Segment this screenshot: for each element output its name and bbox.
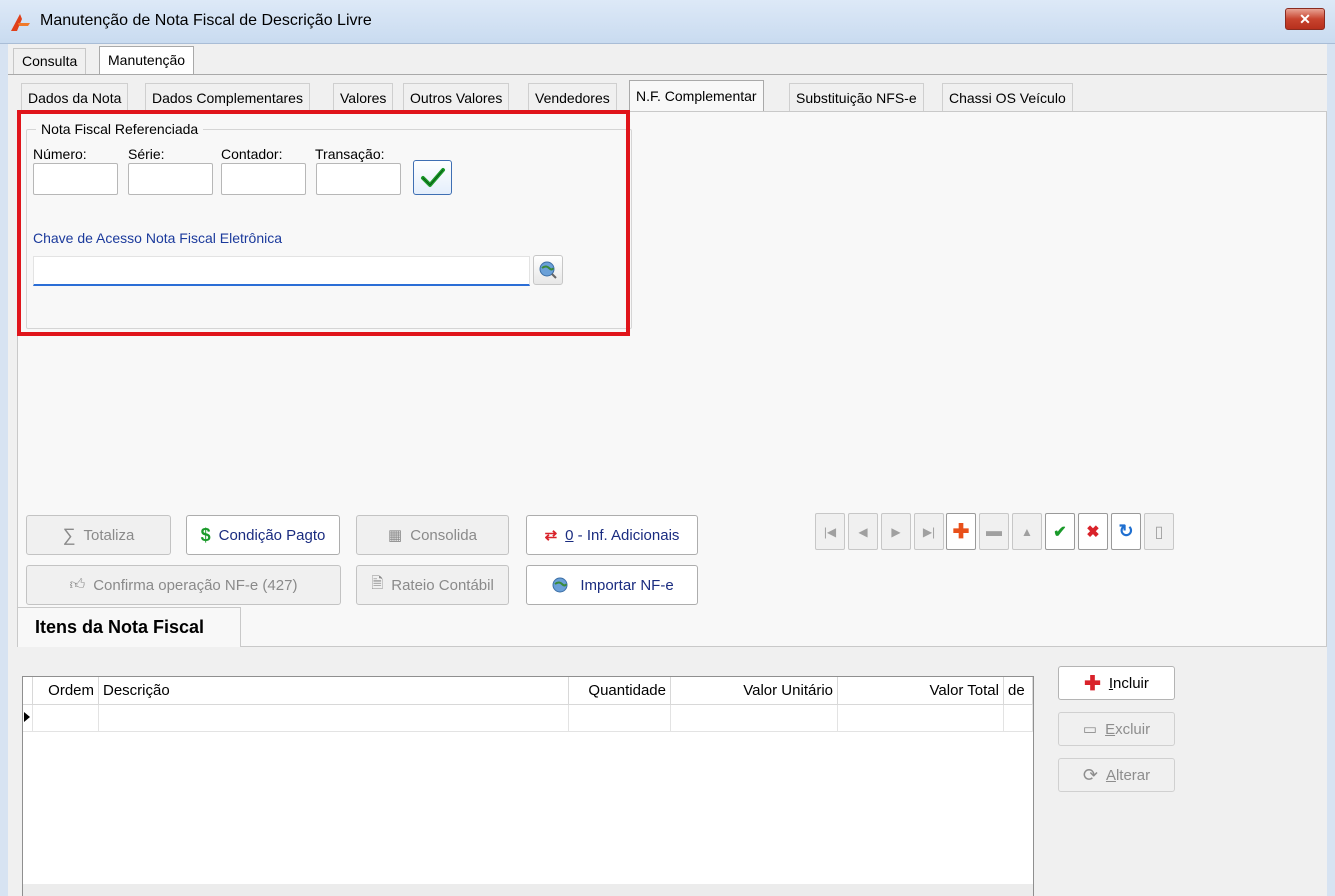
tab-manutencao[interactable]: Manutenção (99, 46, 195, 74)
tab-chassi-os-veiculo[interactable]: Chassi OS Veículo (942, 83, 1073, 111)
rateio-contabil-button[interactable]: 🗎︎ Rateio Contábil (356, 565, 509, 605)
inf-adicionais-button[interactable]: ⇄ 0 - Inf. Adicionais (526, 515, 698, 555)
first-record-icon[interactable]: |◀ (815, 513, 845, 550)
col-header-valor-unitario[interactable]: Valor Unitário (671, 677, 838, 705)
close-button[interactable]: ✕ (1285, 8, 1325, 30)
totaliza-button[interactable]: ∑ Totaliza (26, 515, 171, 555)
tab-itens-nota-fiscal[interactable]: Itens da Nota Fiscal (17, 607, 241, 647)
tab-consulta[interactable]: Consulta (13, 48, 87, 74)
rateio-contabil-label: Rateio Contábil (391, 576, 494, 594)
insert-record-icon[interactable]: ✚ (946, 513, 976, 550)
importar-nfe-button[interactable]: Importar NF-e (526, 565, 698, 605)
excluir-button[interactable]: ▭ Excluir (1058, 712, 1175, 746)
sync-icon: ⟳ (1082, 764, 1098, 785)
alterar-label: Alterar (1105, 766, 1151, 784)
filter-icon[interactable]: ▯ (1144, 513, 1174, 550)
edit-record-icon[interactable]: ▲ (1012, 513, 1042, 550)
cell-de[interactable] (1004, 705, 1033, 732)
tab-substituicao-nfse[interactable]: Substituição NFS-e (789, 83, 924, 111)
document-icon: 🗎︎ (371, 574, 384, 592)
refresh-icon[interactable]: ↻ (1111, 513, 1141, 550)
cell-quantidade[interactable] (569, 705, 671, 732)
totaliza-label: Totaliza (83, 526, 135, 544)
cell-ordem[interactable] (33, 705, 99, 732)
consolida-button[interactable]: ▦ Consolida (356, 515, 509, 555)
tab-outros-valores[interactable]: Outros Valores (403, 83, 510, 111)
col-header-valor-total[interactable]: Valor Total (838, 677, 1004, 705)
tab-valores[interactable]: Valores (333, 83, 394, 111)
col-header-descricao[interactable]: Descrição (99, 677, 569, 705)
app-logo-icon (11, 14, 30, 31)
confirma-nfe-label: Confirma operação NF-e (427) (93, 576, 298, 594)
importar-nfe-label: Importar NF-e (580, 576, 674, 594)
tab-dados-complementares[interactable]: Dados Complementares (145, 83, 310, 111)
post-record-icon[interactable]: ✔ (1045, 513, 1075, 550)
window-frame-left (0, 44, 8, 896)
cell-descricao[interactable] (99, 705, 569, 732)
window-frame-right (1327, 44, 1335, 896)
consolidate-icon: ▦ (388, 527, 403, 544)
cell-valor-total[interactable] (838, 705, 1004, 732)
last-record-icon[interactable]: ▶| (914, 513, 944, 550)
cancel-record-icon[interactable]: ✖ (1078, 513, 1108, 550)
window-title: Manutenção de Nota Fiscal de Descrição L… (40, 12, 372, 29)
highlight-box (17, 110, 630, 336)
incluir-label: Incluir (1108, 674, 1149, 692)
minus-icon: ▭ (1082, 721, 1098, 738)
incluir-button[interactable]: ✚ Incluir (1058, 666, 1175, 700)
grid-indicator-header (23, 677, 33, 705)
col-header-ordem[interactable]: Ordem (33, 677, 99, 705)
confirma-nfe-button[interactable]: 👍︎ Confirma operação NF-e (427) (26, 565, 341, 605)
tab-dados-da-nota[interactable]: Dados da Nota (21, 83, 129, 111)
top-tab-strip (8, 44, 1327, 74)
tab-nf-complementar[interactable]: N.F. Complementar (629, 80, 764, 111)
col-header-quantidade[interactable]: Quantidade (569, 677, 671, 705)
row-pointer-icon (24, 712, 30, 722)
dollar-icon: $ (200, 524, 211, 545)
excluir-label: Excluir (1105, 720, 1151, 738)
condicao-pagto-button[interactable]: $ Condição Pagto (186, 515, 340, 555)
delete-record-icon[interactable]: ▬ (979, 513, 1009, 550)
inf-adicionais-label: 0 - Inf. Adicionais (565, 526, 680, 544)
alterar-button[interactable]: ⟳ Alterar (1058, 758, 1175, 792)
condicao-pagto-label: Condição Pagto (218, 526, 326, 544)
cell-valor-unitario[interactable] (671, 705, 838, 732)
sigma-icon: ∑ (62, 524, 76, 545)
prev-record-icon[interactable]: ◀ (848, 513, 878, 550)
next-record-icon[interactable]: ▶ (881, 513, 911, 550)
col-header-de[interactable]: de (1004, 677, 1033, 705)
plus-icon: ✚ (1084, 672, 1101, 695)
thumbs-up-icon: 👍︎ (69, 576, 86, 593)
arrows-list-icon: ⇄ (544, 527, 558, 544)
grid-footer (23, 884, 1033, 896)
consolida-label: Consolida (410, 526, 477, 544)
globe-import-icon (552, 577, 568, 593)
tab-vendedores[interactable]: Vendedores (528, 83, 617, 111)
